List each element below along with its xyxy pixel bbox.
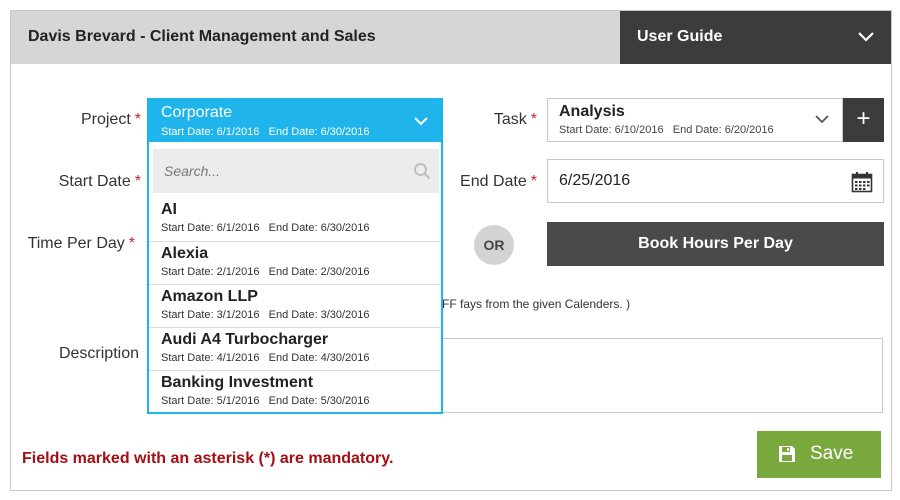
task-select[interactable]: Analysis Start Date: 6/10/2016 End Date:… (547, 98, 843, 142)
book-hours-per-day-button[interactable]: Book Hours Per Day (547, 222, 884, 266)
save-button[interactable]: Save (757, 431, 881, 478)
project-option-dates: Start Date: 2/1/2016 End Date: 2/30/2016 (161, 266, 370, 278)
end-date-value: 6/25/2016 (559, 172, 631, 189)
project-option-name: AI (161, 201, 177, 218)
project-selected-dates: Start Date: 6/1/2016 End Date: 6/30/2016 (161, 126, 370, 138)
project-selected-name: Corporate (161, 104, 233, 121)
project-option[interactable]: Banking Investment Start Date: 5/1/2016 … (149, 370, 441, 413)
task-selected-dates: Start Date: 6/10/2016 End Date: 6/20/201… (559, 124, 774, 136)
project-option-dates: Start Date: 4/1/2016 End Date: 4/30/2016 (161, 352, 370, 364)
project-search-box (153, 149, 439, 193)
user-guide-dropdown[interactable]: User Guide (620, 11, 891, 64)
project-option-dates: Start Date: 6/1/2016 End Date: 6/30/2016 (161, 222, 370, 234)
app-frame: Davis Brevard - Client Management and Sa… (10, 10, 892, 491)
app-header: Davis Brevard - Client Management and Sa… (11, 11, 891, 64)
project-option-name: Amazon LLP (161, 288, 258, 305)
chevron-down-icon (815, 115, 829, 124)
project-option-name: Banking Investment (161, 374, 314, 391)
end-date-label: End Date * (460, 173, 537, 190)
save-button-label: Save (810, 443, 854, 464)
user-guide-label: User Guide (637, 28, 723, 45)
required-asterisk: * (530, 173, 537, 190)
mandatory-fields-note: Fields marked with an asterisk (*) are m… (22, 450, 394, 467)
description-label: Description (58, 345, 139, 362)
or-divider: OR (474, 225, 514, 265)
project-option-dates: Start Date: 5/1/2016 End Date: 5/30/2016 (161, 395, 370, 407)
task-label: Task * (493, 111, 537, 128)
project-option-name: Alexia (161, 245, 209, 262)
chevron-down-icon (414, 117, 428, 126)
project-option[interactable]: Amazon LLP Start Date: 3/1/2016 End Date… (149, 284, 441, 327)
add-task-button[interactable]: + (843, 98, 884, 142)
description-textarea[interactable] (442, 338, 883, 413)
app-title: Davis Brevard - Client Management and Sa… (28, 28, 376, 45)
required-asterisk: * (134, 111, 141, 128)
project-option[interactable]: AI Start Date: 6/1/2016 End Date: 6/30/2… (149, 198, 441, 241)
required-asterisk: * (530, 111, 537, 128)
project-option[interactable]: Alexia Start Date: 2/1/2016 End Date: 2/… (149, 241, 441, 284)
plus-icon: + (856, 105, 871, 132)
calendar-icon[interactable] (851, 171, 873, 193)
project-option-dates: Start Date: 3/1/2016 End Date: 3/30/2016 (161, 309, 370, 321)
project-option-list: AI Start Date: 6/1/2016 End Date: 6/30/2… (149, 198, 441, 413)
task-selected-name: Analysis (559, 103, 625, 120)
start-date-label: Start Date * (58, 173, 141, 190)
search-icon (414, 163, 431, 180)
floppy-disk-icon (779, 446, 795, 462)
chevron-down-icon (858, 32, 874, 42)
required-asterisk: * (128, 235, 135, 252)
project-option[interactable]: Audi A4 Turbocharger Start Date: 4/1/201… (149, 327, 441, 370)
project-label: Project * (80, 111, 141, 128)
required-asterisk: * (134, 173, 141, 190)
project-option-name: Audi A4 Turbocharger (161, 331, 329, 348)
project-dropdown[interactable]: Corporate Start Date: 6/1/2016 End Date:… (147, 98, 443, 414)
calendar-note: FF fays from the given Calenders. ) (442, 297, 631, 311)
end-date-field[interactable]: 6/25/2016 (547, 159, 884, 203)
project-select[interactable]: Corporate Start Date: 6/1/2016 End Date:… (149, 100, 441, 142)
time-per-day-label: Time Per Day * (27, 235, 135, 252)
project-search-input[interactable] (153, 149, 403, 193)
